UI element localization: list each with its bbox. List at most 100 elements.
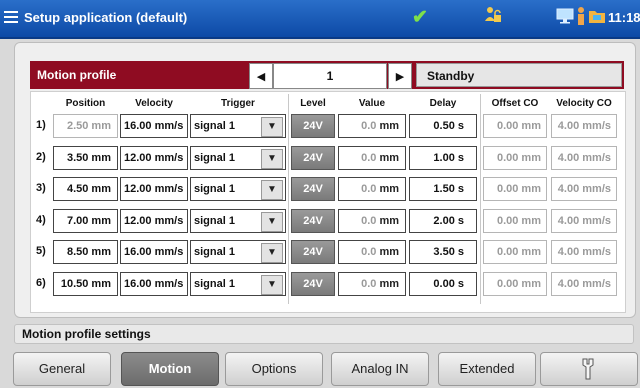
velocity-field[interactable]: 16.00 mm/s	[120, 114, 188, 138]
row-number: 6)	[36, 277, 46, 289]
tab-general[interactable]: General	[13, 352, 111, 386]
next-profile-button[interactable]: ▶	[388, 63, 412, 89]
value-unit: mm	[379, 278, 399, 290]
delay-field[interactable]: 1.00 s	[409, 146, 477, 170]
value-unit: mm	[379, 152, 399, 164]
position-field[interactable]: 2.50 mm	[53, 114, 118, 138]
col-header-offset-co: Offset CO	[491, 98, 539, 109]
wrench-icon	[582, 358, 594, 380]
level-button[interactable]: 24V	[291, 146, 335, 170]
level-button[interactable]: 24V	[291, 177, 335, 201]
value-field[interactable]: 0.0 mm	[338, 240, 406, 264]
title-bar: Setup application (default) ✔ 11:18	[0, 0, 640, 39]
row-number: 3)	[36, 182, 46, 194]
offset-co-field[interactable]: 0.00 mm	[483, 114, 547, 138]
dropdown-arrow-icon[interactable]: ▼	[261, 180, 283, 200]
dropdown-arrow-icon[interactable]: ▼	[261, 117, 283, 137]
col-header-delay: Delay	[429, 98, 457, 109]
delay-field[interactable]: 1.50 s	[409, 177, 477, 201]
row-number: 2)	[36, 151, 46, 163]
tab-extended[interactable]: Extended	[438, 352, 536, 386]
app-title: Setup application (default)	[24, 10, 188, 25]
user-lock-icon[interactable]	[484, 5, 502, 25]
velocity-field[interactable]: 16.00 mm/s	[120, 272, 188, 296]
col-header-trigger: Trigger	[221, 98, 255, 109]
row-number: 5)	[36, 245, 46, 257]
delay-field[interactable]: 0.50 s	[409, 114, 477, 138]
trigger-select[interactable]: signal 1 ▼	[190, 177, 286, 201]
velocity-co-field[interactable]: 4.00 mm/s	[551, 209, 617, 233]
velocity-co-field[interactable]: 4.00 mm/s	[551, 177, 617, 201]
offset-co-field[interactable]: 0.00 mm	[483, 272, 547, 296]
folder-icon[interactable]	[588, 8, 606, 24]
person-icon	[578, 7, 584, 25]
dropdown-arrow-icon[interactable]: ▼	[261, 275, 283, 295]
trigger-value: signal 1	[194, 152, 235, 164]
trigger-value: signal 1	[194, 120, 235, 132]
velocity-co-field[interactable]: 4.00 mm/s	[551, 146, 617, 170]
level-button[interactable]: 24V	[291, 114, 335, 138]
value-number: 0.0	[361, 215, 377, 227]
clock: 11:18	[608, 10, 640, 25]
col-header-position: Position	[65, 98, 106, 109]
value-unit: mm	[379, 215, 399, 227]
col-header-velocity-co: Velocity CO	[556, 98, 612, 109]
trigger-select[interactable]: signal 1 ▼	[190, 146, 286, 170]
value-field[interactable]: 0.0 mm	[338, 146, 406, 170]
monitor-icon[interactable]	[556, 8, 574, 24]
position-field[interactable]: 7.00 mm	[53, 209, 118, 233]
tab-motion[interactable]: Motion	[121, 352, 219, 386]
value-field[interactable]: 0.0 mm	[338, 209, 406, 233]
dropdown-arrow-icon[interactable]: ▼	[261, 149, 283, 169]
prev-profile-button[interactable]: ◀	[249, 63, 273, 89]
row-number: 1)	[36, 119, 46, 131]
value-number: 0.0	[361, 120, 377, 132]
settings-label: Motion profile settings	[22, 327, 151, 341]
menu-icon[interactable]	[4, 11, 18, 23]
column-divider	[480, 94, 481, 304]
tab-analog-in[interactable]: Analog IN	[331, 352, 429, 386]
velocity-co-field[interactable]: 4.00 mm/s	[551, 272, 617, 296]
tab-options[interactable]: Options	[225, 352, 323, 386]
velocity-field[interactable]: 12.00 mm/s	[120, 177, 188, 201]
offset-co-field[interactable]: 0.00 mm	[483, 240, 547, 264]
trigger-select[interactable]: signal 1 ▼	[190, 240, 286, 264]
trigger-select[interactable]: signal 1 ▼	[190, 114, 286, 138]
trigger-select[interactable]: signal 1 ▼	[190, 209, 286, 233]
column-divider	[288, 94, 289, 304]
value-unit: mm	[379, 120, 399, 132]
col-header-velocity: Velocity	[135, 98, 173, 109]
value-number: 0.0	[361, 278, 377, 290]
level-button[interactable]: 24V	[291, 272, 335, 296]
profile-number[interactable]: 1	[273, 63, 387, 89]
velocity-field[interactable]: 12.00 mm/s	[120, 146, 188, 170]
trigger-select[interactable]: signal 1 ▼	[190, 272, 286, 296]
velocity-field[interactable]: 16.00 mm/s	[120, 240, 188, 264]
offset-co-field[interactable]: 0.00 mm	[483, 177, 547, 201]
dropdown-arrow-icon[interactable]: ▼	[261, 243, 283, 263]
position-field[interactable]: 4.50 mm	[53, 177, 118, 201]
offset-co-field[interactable]: 0.00 mm	[483, 209, 547, 233]
value-number: 0.0	[361, 246, 377, 258]
value-field[interactable]: 0.0 mm	[338, 272, 406, 296]
row-number: 4)	[36, 214, 46, 226]
offset-co-field[interactable]: 0.00 mm	[483, 146, 547, 170]
value-field[interactable]: 0.0 mm	[338, 177, 406, 201]
delay-field[interactable]: 0.00 s	[409, 272, 477, 296]
level-button[interactable]: 24V	[291, 240, 335, 264]
delay-field[interactable]: 3.50 s	[409, 240, 477, 264]
velocity-field[interactable]: 12.00 mm/s	[120, 209, 188, 233]
col-header-value: Value	[358, 98, 386, 109]
velocity-co-field[interactable]: 4.00 mm/s	[551, 114, 617, 138]
position-field[interactable]: 3.50 mm	[53, 146, 118, 170]
value-number: 0.0	[361, 183, 377, 195]
trigger-value: signal 1	[194, 246, 235, 258]
delay-field[interactable]: 2.00 s	[409, 209, 477, 233]
position-field[interactable]: 8.50 mm	[53, 240, 118, 264]
position-field[interactable]: 10.50 mm	[53, 272, 118, 296]
dropdown-arrow-icon[interactable]: ▼	[261, 212, 283, 232]
value-unit: mm	[379, 183, 399, 195]
velocity-co-field[interactable]: 4.00 mm/s	[551, 240, 617, 264]
level-button[interactable]: 24V	[291, 209, 335, 233]
value-field[interactable]: 0.0 mm	[338, 114, 406, 138]
